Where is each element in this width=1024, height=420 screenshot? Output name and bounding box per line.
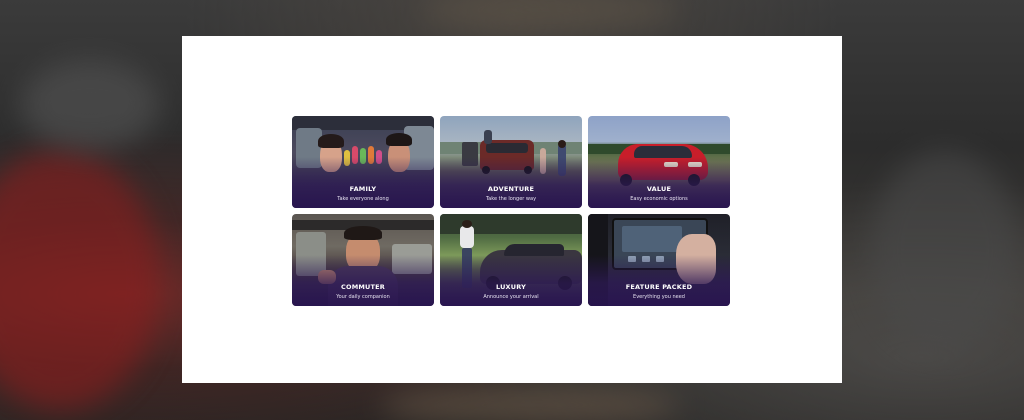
category-card-commuter[interactable]: COMMUTER Your daily companion — [292, 214, 434, 306]
card-title: FEATURE PACKED — [625, 283, 693, 291]
card-subtitle: Take everyone along — [337, 196, 389, 202]
category-modal: FAMILY Take everyone along ADVENTURE Tak… — [182, 36, 842, 383]
card-subtitle: Take the longer way — [485, 196, 537, 202]
category-card-value[interactable]: VALUE Easy economic options — [588, 116, 730, 208]
card-subtitle: Everything you need — [633, 294, 685, 300]
category-card-luxury[interactable]: LUXURY Announce your arrival — [440, 214, 582, 306]
card-title: FAMILY — [349, 185, 377, 193]
category-card-adventure[interactable]: ADVENTURE Take the longer way — [440, 116, 582, 208]
category-card-family[interactable]: FAMILY Take everyone along — [292, 116, 434, 208]
category-grid: FAMILY Take everyone along ADVENTURE Tak… — [292, 116, 730, 306]
card-subtitle: Announce your arrival — [483, 294, 539, 300]
card-subtitle: Your daily companion — [336, 294, 390, 300]
card-title: COMMUTER — [341, 283, 385, 291]
card-title: ADVENTURE — [487, 185, 535, 193]
category-card-feature-packed[interactable]: FEATURE PACKED Everything you need — [588, 214, 730, 306]
card-subtitle: Easy economic options — [630, 196, 688, 202]
card-title: LUXURY — [495, 283, 527, 291]
card-title: VALUE — [646, 185, 672, 193]
